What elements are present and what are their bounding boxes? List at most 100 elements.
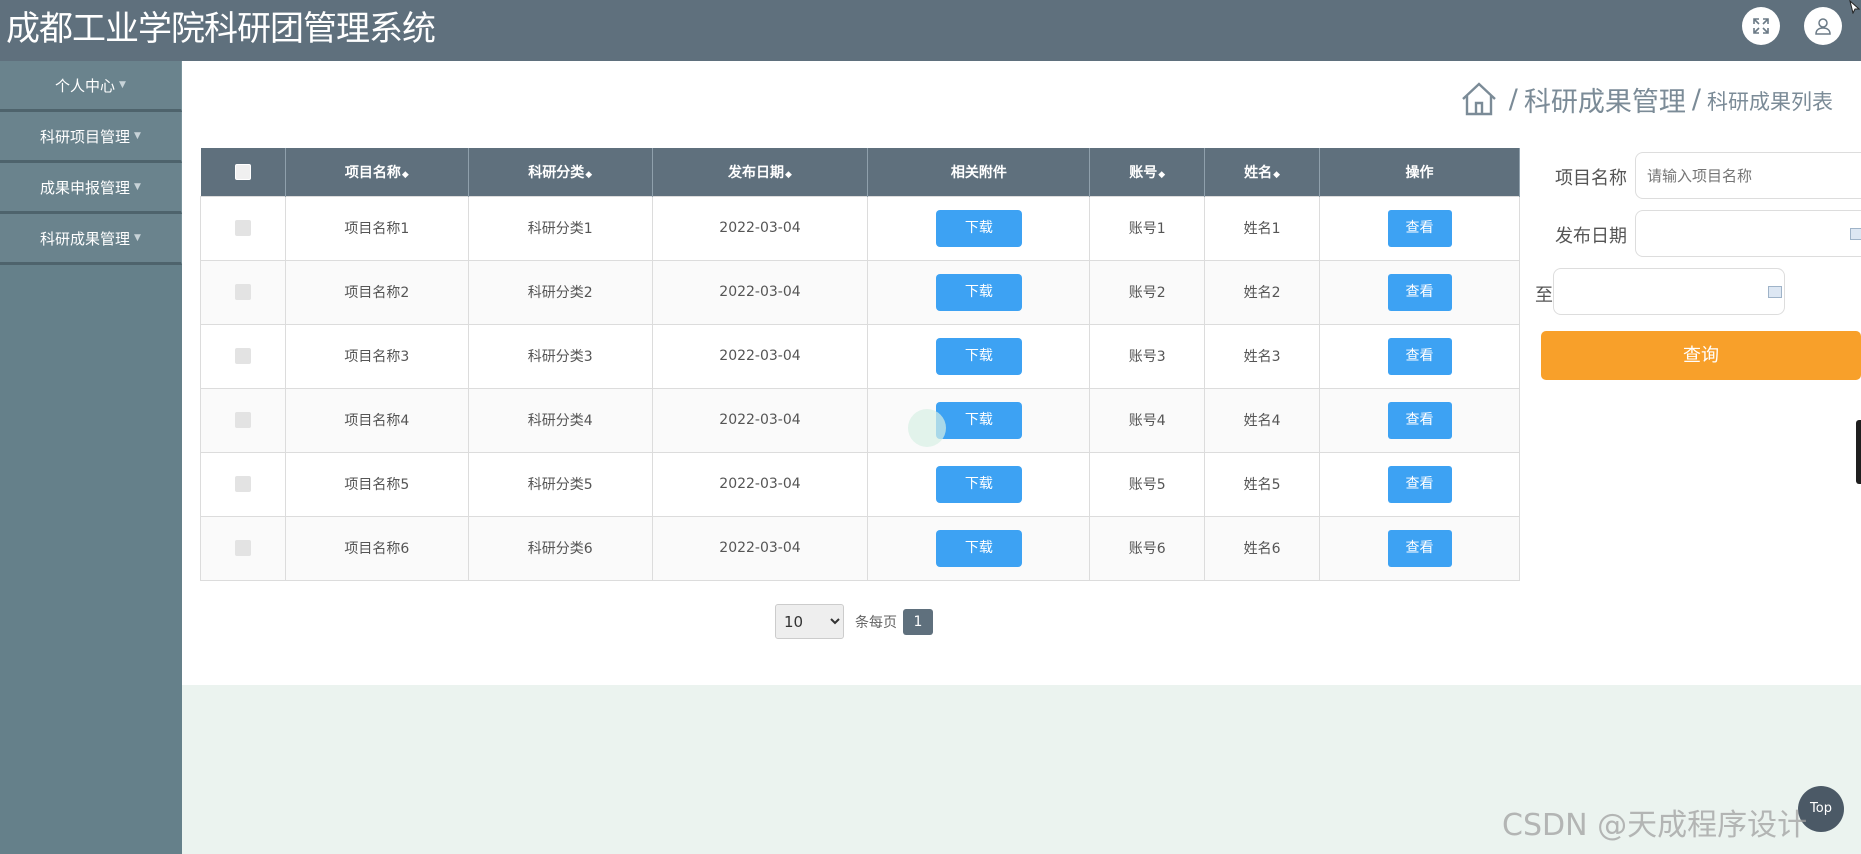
cell-date: 2022-03-04 xyxy=(651,451,869,517)
table-row: 项目名称2 科研分类2 2022-03-04 下载 账号2 姓名2 查看 xyxy=(200,259,1520,325)
sidebar-item-result-management[interactable]: 科研成果管理 ▼ xyxy=(0,214,182,265)
cell-account: 账号2 xyxy=(1089,259,1206,325)
sidebar-item-result-declaration[interactable]: 成果申报管理 ▼ xyxy=(0,163,182,214)
row-checkbox[interactable] xyxy=(234,476,251,492)
sort-icon[interactable]: ◆ xyxy=(1158,170,1165,180)
row-checkbox[interactable] xyxy=(234,412,251,428)
cell-person: 姓名2 xyxy=(1204,259,1321,325)
download-button[interactable]: 下载 xyxy=(935,273,1022,311)
watermark: CSDN @天成程序设计 xyxy=(1502,808,1808,843)
view-button[interactable]: 查看 xyxy=(1387,337,1452,375)
calendar-icon[interactable] xyxy=(1850,228,1861,240)
breadcrumb-section[interactable]: 科研成果管理 xyxy=(1524,80,1686,119)
search-to-label: 至 xyxy=(1535,285,1553,306)
caret-down-icon: ▼ xyxy=(134,233,141,243)
breadcrumb-separator: / xyxy=(1508,83,1518,115)
search-name-input[interactable] xyxy=(1635,152,1861,199)
column-header-date[interactable]: 发布日期◆ xyxy=(652,148,869,196)
cell-date: 2022-03-04 xyxy=(651,387,869,453)
breadcrumb: / 科研成果管理 / 科研成果列表 xyxy=(1459,79,1833,119)
table-row: 项目名称5 科研分类5 2022-03-04 下载 账号5 姓名5 查看 xyxy=(200,451,1520,517)
cell-person: 姓名5 xyxy=(1204,451,1321,517)
download-button[interactable]: 下载 xyxy=(935,529,1022,567)
results-table: 项目名称◆ 科研分类◆ 发布日期◆ 相关附件 账号◆ 姓名◆ 操作 项目名称1 … xyxy=(200,148,1520,581)
cell-account: 账号5 xyxy=(1089,451,1206,517)
cell-person: 姓名3 xyxy=(1204,323,1321,389)
pagination: 10 条每页 1 xyxy=(775,604,933,639)
select-all-cell xyxy=(200,148,286,196)
view-button[interactable]: 查看 xyxy=(1387,209,1452,247)
cell-date: 2022-03-04 xyxy=(651,195,869,261)
cell-account: 账号6 xyxy=(1089,515,1206,581)
user-button[interactable] xyxy=(1804,7,1842,45)
top-header: 成都工业学院科研团管理系统 xyxy=(0,0,1861,61)
column-header-person[interactable]: 姓名◆ xyxy=(1204,148,1321,196)
column-header-name[interactable]: 项目名称◆ xyxy=(285,148,469,196)
home-icon[interactable] xyxy=(1459,79,1499,119)
table-row: 项目名称3 科研分类3 2022-03-04 下载 账号3 姓名3 查看 xyxy=(200,323,1520,389)
view-button[interactable]: 查看 xyxy=(1387,401,1452,439)
column-header-action: 操作 xyxy=(1319,148,1520,196)
cell-date: 2022-03-04 xyxy=(651,259,869,325)
sort-icon[interactable]: ◆ xyxy=(1273,170,1280,180)
breadcrumb-separator: / xyxy=(1691,83,1701,115)
page-button-current[interactable]: 1 xyxy=(903,608,933,635)
cell-name: 项目名称1 xyxy=(284,195,469,261)
sidebar-item-label: 个人中心 xyxy=(55,76,116,95)
sort-icon[interactable]: ◆ xyxy=(585,170,592,180)
row-checkbox[interactable] xyxy=(234,220,251,236)
view-button[interactable]: 查看 xyxy=(1387,273,1452,311)
column-header-attachment: 相关附件 xyxy=(867,148,1091,196)
table-header-row: 项目名称◆ 科研分类◆ 发布日期◆ 相关附件 账号◆ 姓名◆ 操作 xyxy=(200,148,1520,196)
page-size-select[interactable]: 10 xyxy=(775,604,844,639)
cell-category: 科研分类1 xyxy=(467,195,653,261)
start-date-input[interactable] xyxy=(1635,210,1861,257)
table-row: 项目名称4 科研分类4 2022-03-04 下载 账号4 姓名4 查看 xyxy=(200,387,1520,453)
cell-name: 项目名称6 xyxy=(284,515,469,581)
query-button[interactable]: 查询 xyxy=(1541,331,1861,380)
page-edge-handle xyxy=(1856,420,1861,484)
cell-person: 姓名4 xyxy=(1204,387,1321,453)
cell-person: 姓名6 xyxy=(1204,515,1321,581)
row-checkbox[interactable] xyxy=(234,348,251,364)
cell-account: 账号4 xyxy=(1089,387,1206,453)
sidebar-item-personal-center[interactable]: 个人中心 ▼ xyxy=(0,61,182,112)
search-name-label: 项目名称 xyxy=(1555,168,1627,189)
select-all-checkbox[interactable] xyxy=(234,163,251,180)
download-button[interactable]: 下载 xyxy=(935,337,1022,375)
row-checkbox[interactable] xyxy=(234,540,251,556)
user-icon xyxy=(1815,18,1831,35)
end-date-input[interactable] xyxy=(1553,268,1785,315)
cell-name: 项目名称3 xyxy=(284,323,469,389)
cell-name: 项目名称4 xyxy=(284,387,469,453)
column-header-account[interactable]: 账号◆ xyxy=(1089,148,1206,196)
download-button[interactable]: 下载 xyxy=(935,209,1022,247)
cell-category: 科研分类5 xyxy=(467,451,653,517)
caret-down-icon: ▼ xyxy=(134,182,141,192)
cell-category: 科研分类6 xyxy=(467,515,653,581)
click-ripple xyxy=(908,409,946,447)
column-header-category[interactable]: 科研分类◆ xyxy=(468,148,653,196)
view-button[interactable]: 查看 xyxy=(1387,529,1452,567)
download-button[interactable]: 下载 xyxy=(935,401,1022,439)
cell-category: 科研分类4 xyxy=(467,387,653,453)
sidebar-item-label: 成果申报管理 xyxy=(40,178,131,197)
calendar-icon[interactable] xyxy=(1768,286,1782,298)
fullscreen-button[interactable] xyxy=(1742,7,1780,45)
cell-date: 2022-03-04 xyxy=(651,515,869,581)
cell-person: 姓名1 xyxy=(1204,195,1321,261)
sort-icon[interactable]: ◆ xyxy=(402,170,409,180)
sidebar-item-project-management[interactable]: 科研项目管理 ▼ xyxy=(0,112,182,163)
sort-icon[interactable]: ◆ xyxy=(785,170,792,180)
app-title: 成都工业学院科研团管理系统 xyxy=(6,9,436,49)
sidebar: 个人中心 ▼ 科研项目管理 ▼ 成果申报管理 ▼ 科研成果管理 ▼ xyxy=(0,61,182,854)
view-button[interactable]: 查看 xyxy=(1387,465,1452,503)
row-checkbox[interactable] xyxy=(234,284,251,300)
breadcrumb-current-page: 科研成果列表 xyxy=(1707,90,1833,114)
caret-down-icon: ▼ xyxy=(119,80,126,90)
cell-name: 项目名称2 xyxy=(284,259,469,325)
download-button[interactable]: 下载 xyxy=(935,465,1022,503)
per-page-label: 条每页 xyxy=(855,614,897,631)
cell-category: 科研分类2 xyxy=(467,259,653,325)
caret-down-icon: ▼ xyxy=(134,131,141,141)
